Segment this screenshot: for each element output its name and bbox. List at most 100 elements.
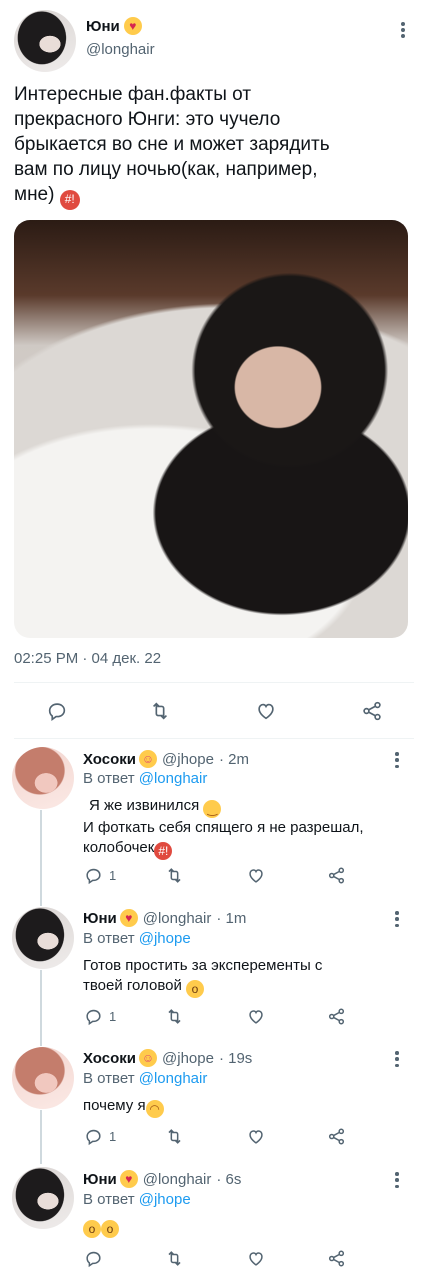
- face-with-symbols-on-mouth-icon: #!: [59, 189, 80, 210]
- share-icon[interactable]: [327, 1127, 346, 1146]
- weary-face-icon: ◠: [145, 1100, 164, 1118]
- reply-to-label: В ответ: [83, 1191, 135, 1208]
- main-author-name[interactable]: Юни: [86, 18, 120, 35]
- reply-to: В ответ @jhope: [83, 930, 191, 947]
- reply-count: 1: [109, 1129, 117, 1144]
- like-icon[interactable]: [255, 700, 277, 722]
- retweet-icon[interactable]: [164, 1007, 185, 1026]
- reply-author-handle[interactable]: @longhair: [143, 1171, 212, 1188]
- reply-to: В ответ @longhair: [83, 1070, 207, 1087]
- hushed-face-icon: o: [83, 1220, 101, 1238]
- more-options-icon[interactable]: [392, 910, 402, 928]
- reply-to-mention[interactable]: @jhope: [139, 1191, 191, 1208]
- like-icon[interactable]: [246, 866, 266, 885]
- main-author-name-row[interactable]: Юни ♥: [86, 17, 142, 35]
- reply-icon[interactable]: [46, 700, 68, 722]
- share-icon[interactable]: [361, 700, 383, 722]
- reply-icon[interactable]: [84, 1249, 103, 1268]
- reply-text: Готов простить за эксперементы с твоей г…: [83, 956, 413, 998]
- reply-author-handle[interactable]: @jhope: [162, 751, 214, 768]
- reply-to-label: В ответ: [83, 1070, 135, 1087]
- like-icon[interactable]: [246, 1249, 266, 1268]
- reply-author-handle[interactable]: @jhope: [162, 1050, 214, 1067]
- reply-time[interactable]: · 19s: [219, 1050, 252, 1067]
- retweet-icon[interactable]: [164, 866, 185, 885]
- hushed-face-icon: o: [101, 1220, 119, 1238]
- like-icon[interactable]: [246, 1127, 266, 1146]
- reply-to: В ответ @longhair: [83, 770, 207, 787]
- reply-header: Юни ♥ @longhair · 6s: [83, 1170, 241, 1188]
- more-options-icon[interactable]: [392, 1050, 402, 1068]
- reply-author-name[interactable]: Хосоки: [83, 1050, 136, 1067]
- reply-icon[interactable]: 1: [84, 866, 116, 885]
- reply-time[interactable]: · 1m: [216, 910, 246, 927]
- reply-avatar[interactable]: [12, 747, 74, 809]
- reply-text-row: колобочек #!: [83, 838, 413, 860]
- reply-icon[interactable]: 1: [84, 1127, 116, 1146]
- reply-text: почему я ◠: [83, 1096, 413, 1118]
- main-tweet-text-line: вам по лицу ночью(как, например,: [14, 159, 318, 180]
- divider: [14, 682, 414, 683]
- reply-text: oo: [83, 1216, 413, 1238]
- retweet-icon[interactable]: [164, 1127, 185, 1146]
- main-tweet-text-line: брыкается во сне и может зарядить: [14, 134, 330, 155]
- share-icon[interactable]: [327, 1007, 346, 1026]
- thread-line: [40, 1110, 42, 1164]
- retweet-icon[interactable]: [148, 700, 172, 722]
- smiling-face-with-hearts-icon: ♥: [123, 17, 142, 35]
- share-icon[interactable]: [327, 866, 346, 885]
- reply-text-row: почему я ◠: [83, 1096, 413, 1118]
- reply-text-line: почему я: [83, 1097, 146, 1114]
- reply-text-row: oo: [83, 1216, 413, 1238]
- zany-face-icon: ☺: [139, 750, 158, 768]
- reply-time[interactable]: · 2m: [219, 751, 249, 768]
- reply-to-label: В ответ: [83, 930, 135, 947]
- smiling-face-with-hearts-icon: ♥: [119, 1170, 138, 1188]
- reply-header: Хосоки ☺ @jhope · 2m: [83, 750, 249, 768]
- reply-text: Я же извинился ‿ И фоткать себя спящего …: [83, 796, 413, 860]
- retweet-icon[interactable]: [164, 1249, 185, 1268]
- reply-author-name[interactable]: Юни: [83, 910, 117, 927]
- reply-avatar[interactable]: [12, 907, 74, 969]
- like-icon[interactable]: [246, 1007, 266, 1026]
- reply-author-name[interactable]: Юни: [83, 1171, 117, 1188]
- reply-header: Хосоки ☺ @jhope · 19s: [83, 1049, 252, 1067]
- reply-time[interactable]: · 6s: [216, 1171, 241, 1188]
- reply-to-mention[interactable]: @longhair: [139, 770, 208, 787]
- reply-to-mention[interactable]: @longhair: [139, 1070, 208, 1087]
- reply-icon[interactable]: 1: [84, 1007, 116, 1026]
- main-tweet-text: Интересные фан.факты от прекрасного Юнги…: [14, 82, 414, 210]
- reply-text-row: Я же извинился ‿: [83, 796, 413, 818]
- reply-text-line: И фоткать себя спящего я не разрешал,: [83, 819, 364, 836]
- main-tweet-actions: [0, 694, 428, 728]
- reply-avatar[interactable]: [12, 1167, 74, 1229]
- reply-text-line: Готов простить за эксперементы с: [83, 957, 323, 974]
- more-options-icon[interactable]: [398, 20, 408, 40]
- reply-to-label: В ответ: [83, 770, 135, 787]
- reply-avatar[interactable]: [12, 1047, 74, 1109]
- smiling-face-with-hearts-icon: ♥: [119, 909, 138, 927]
- reply-author-handle[interactable]: @longhair: [143, 910, 212, 927]
- reply-count: 1: [109, 1009, 117, 1024]
- more-options-icon[interactable]: [392, 751, 402, 769]
- face-with-symbols-on-mouth-icon: #!: [154, 842, 173, 860]
- reply-author-name[interactable]: Хосоки: [83, 751, 136, 768]
- share-icon[interactable]: [327, 1249, 346, 1268]
- main-tweet-text-line: мне): [14, 184, 55, 205]
- main-author-avatar[interactable]: [14, 10, 76, 72]
- main-tweet-text-line: прекрасного Юнги: это чучело: [14, 109, 281, 130]
- reply-to-mention[interactable]: @jhope: [139, 930, 191, 947]
- divider: [14, 738, 414, 739]
- reply-text-row: твоей головой o: [83, 976, 413, 998]
- main-tweet-text-line: Интересные фан.факты от: [14, 84, 252, 105]
- reply-text-line: Я же извинился: [89, 797, 200, 814]
- main-tweet-text-last-line: мне) #!: [14, 182, 414, 210]
- tweet-timestamp[interactable]: 02:25 PM · 04 дек. 22: [14, 650, 161, 667]
- reply-to: В ответ @jhope: [83, 1191, 191, 1208]
- zany-face-icon: ☺: [139, 1049, 158, 1067]
- thread-line: [40, 810, 42, 906]
- more-options-icon[interactable]: [392, 1171, 402, 1189]
- main-author-handle[interactable]: @longhair: [86, 41, 155, 58]
- tweet-photo[interactable]: [14, 220, 408, 638]
- reply-text-line: колобочек: [83, 839, 155, 856]
